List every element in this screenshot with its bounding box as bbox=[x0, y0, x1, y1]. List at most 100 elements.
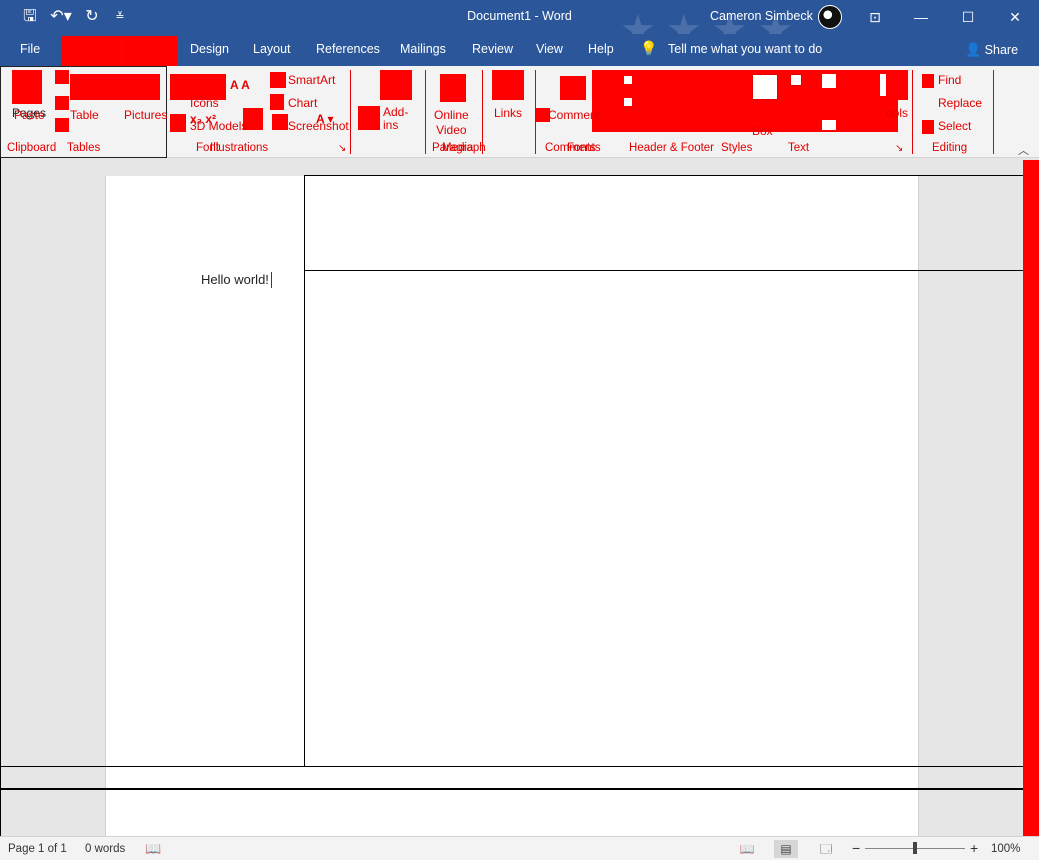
tab-help[interactable]: Help bbox=[588, 42, 614, 56]
tab-layout[interactable]: Layout bbox=[253, 42, 291, 56]
tools-gap bbox=[880, 74, 886, 96]
font-color-icon[interactable]: A ▾ bbox=[316, 112, 334, 126]
dialog-launcher-icon[interactable]: ↘ bbox=[338, 143, 346, 154]
undo-icon[interactable]: ↶▾ bbox=[48, 7, 74, 27]
close-button[interactable]: ✕ bbox=[992, 0, 1038, 34]
outline-line bbox=[1, 766, 1039, 767]
strike-sub-super-icons[interactable]: x₂ x² bbox=[190, 112, 216, 126]
smartart-label[interactable]: SmartArt bbox=[288, 73, 335, 87]
copy-icon[interactable] bbox=[55, 96, 69, 110]
zoom-level[interactable]: 100% bbox=[991, 843, 1020, 855]
3d-models-icon[interactable] bbox=[170, 114, 186, 132]
document-page[interactable]: Hello world! bbox=[105, 176, 919, 856]
chart-icon[interactable] bbox=[270, 94, 284, 110]
select-label[interactable]: Select bbox=[938, 119, 971, 133]
ribbon-tabs: File Design Layout References Mailings R… bbox=[0, 34, 1039, 66]
separator bbox=[912, 70, 913, 154]
text-box-label[interactable]: Box bbox=[752, 124, 773, 138]
group-label-clipboard: Clipboard bbox=[7, 142, 57, 154]
zoom-slider-thumb[interactable] bbox=[913, 842, 917, 854]
word-window: 🖫 ↶▾ ↻ ≚ ★★★★ Document1 - Word Cameron S… bbox=[0, 0, 1039, 860]
word-count[interactable]: 0 words bbox=[85, 843, 125, 855]
vertical-scrollbar[interactable] bbox=[1023, 160, 1039, 836]
zoom-in-button[interactable]: + bbox=[970, 840, 978, 856]
format-painter-icon[interactable] bbox=[55, 118, 69, 132]
document-body-text[interactable]: Hello world! bbox=[201, 272, 269, 287]
person-icon: 👤 bbox=[965, 42, 982, 57]
links-label[interactable]: Links bbox=[494, 106, 522, 120]
maximize-button[interactable]: ☐ bbox=[945, 0, 991, 34]
share-label: Share bbox=[984, 43, 1019, 57]
tab-review[interactable]: Review bbox=[472, 42, 513, 56]
tab-references[interactable]: References bbox=[316, 42, 380, 56]
object-icon[interactable] bbox=[822, 120, 836, 130]
separator bbox=[350, 70, 351, 154]
tab-file[interactable]: File bbox=[20, 42, 40, 56]
page-count[interactable]: Page 1 of 1 bbox=[8, 843, 67, 855]
paste-label[interactable]: Paste bbox=[14, 108, 45, 122]
redo-icon[interactable]: ↻ bbox=[82, 7, 102, 27]
status-bar: Page 1 of 1 0 words 📖 📖 ▤ 🗔 − + 100% bbox=[0, 836, 1039, 860]
dialog-launcher-icon[interactable]: ↘ bbox=[895, 143, 903, 154]
text-cursor bbox=[271, 272, 272, 288]
tab-design[interactable]: Design bbox=[190, 42, 229, 56]
table-label[interactable]: Table bbox=[70, 108, 99, 122]
group-label-media: Media bbox=[442, 142, 474, 154]
add-ins-icon[interactable] bbox=[380, 70, 412, 100]
group-label-tables: Tables bbox=[67, 142, 101, 154]
select-icon[interactable] bbox=[922, 120, 934, 134]
signature-line-icon[interactable] bbox=[822, 74, 836, 88]
redacted-tab-insert[interactable] bbox=[122, 36, 177, 66]
outline-line bbox=[304, 270, 1039, 271]
cut-icon[interactable] bbox=[55, 70, 69, 84]
comment-icon[interactable] bbox=[560, 76, 586, 100]
smartart-icon[interactable] bbox=[270, 72, 286, 88]
bullets-icon[interactable] bbox=[358, 106, 380, 130]
font-size-grow-icon[interactable]: A A bbox=[230, 78, 250, 92]
group-label-styles: Styles bbox=[721, 142, 753, 154]
redacted-pages-block bbox=[70, 74, 130, 100]
tab-view[interactable]: View bbox=[536, 42, 563, 56]
online-video-label[interactable]: Online Video bbox=[434, 108, 469, 138]
redacted-tab-home[interactable] bbox=[61, 36, 121, 66]
avatar[interactable] bbox=[818, 5, 842, 29]
ribbon-display-options-icon[interactable]: ⊡ bbox=[852, 0, 898, 34]
chart-label[interactable]: Chart bbox=[288, 96, 317, 110]
save-icon[interactable]: 🖫 bbox=[20, 7, 40, 27]
web-layout-icon[interactable]: 🗔 bbox=[814, 840, 838, 858]
pictures-label[interactable]: Pictures bbox=[124, 108, 167, 122]
redaction-gap bbox=[624, 98, 632, 106]
online-video-icon[interactable] bbox=[440, 74, 466, 102]
quick-parts-icon[interactable] bbox=[790, 74, 802, 86]
read-mode-icon[interactable]: 📖 bbox=[735, 840, 759, 858]
document-canvas: Hello world! bbox=[0, 158, 1039, 856]
lightbulb-icon: 💡 bbox=[640, 40, 658, 56]
minimize-button[interactable]: — bbox=[898, 0, 944, 34]
collapse-ribbon-icon[interactable]: ︿ bbox=[1018, 142, 1029, 158]
separator bbox=[993, 70, 994, 154]
links-icon[interactable] bbox=[492, 70, 524, 100]
find-icon[interactable] bbox=[922, 74, 934, 88]
proofing-icon[interactable]: 📖 bbox=[145, 841, 161, 857]
replace-label[interactable]: Replace bbox=[938, 96, 982, 110]
share-button[interactable]: 👤 Share bbox=[965, 42, 1018, 58]
print-layout-icon[interactable]: ▤ bbox=[774, 840, 798, 858]
tools-label[interactable]: ools bbox=[886, 106, 908, 120]
paste-icon[interactable] bbox=[12, 70, 42, 104]
tell-me-search[interactable]: Tell me what you want to do bbox=[668, 42, 822, 56]
user-name[interactable]: Cameron Simbeck bbox=[710, 9, 813, 23]
group-label-header-footer: Header & Footer bbox=[629, 142, 715, 154]
pictures-icon[interactable] bbox=[130, 74, 160, 100]
group-label-editing: Editing bbox=[932, 142, 968, 154]
group-label-fonts: Fonts bbox=[567, 142, 596, 154]
outline-line bbox=[304, 175, 305, 767]
screenshot-icon[interactable] bbox=[272, 114, 288, 130]
tab-mailings[interactable]: Mailings bbox=[400, 42, 446, 56]
icons-label[interactable]: Icons bbox=[190, 96, 219, 110]
find-label[interactable]: Find bbox=[938, 73, 961, 87]
comment-label[interactable]: Comment bbox=[548, 108, 600, 122]
zoom-out-button[interactable]: − bbox=[852, 840, 860, 856]
text-box-icon[interactable] bbox=[752, 74, 778, 100]
add-ins-label[interactable]: Add- ins bbox=[383, 106, 408, 132]
customize-qat-icon[interactable]: ≚ bbox=[110, 7, 130, 27]
